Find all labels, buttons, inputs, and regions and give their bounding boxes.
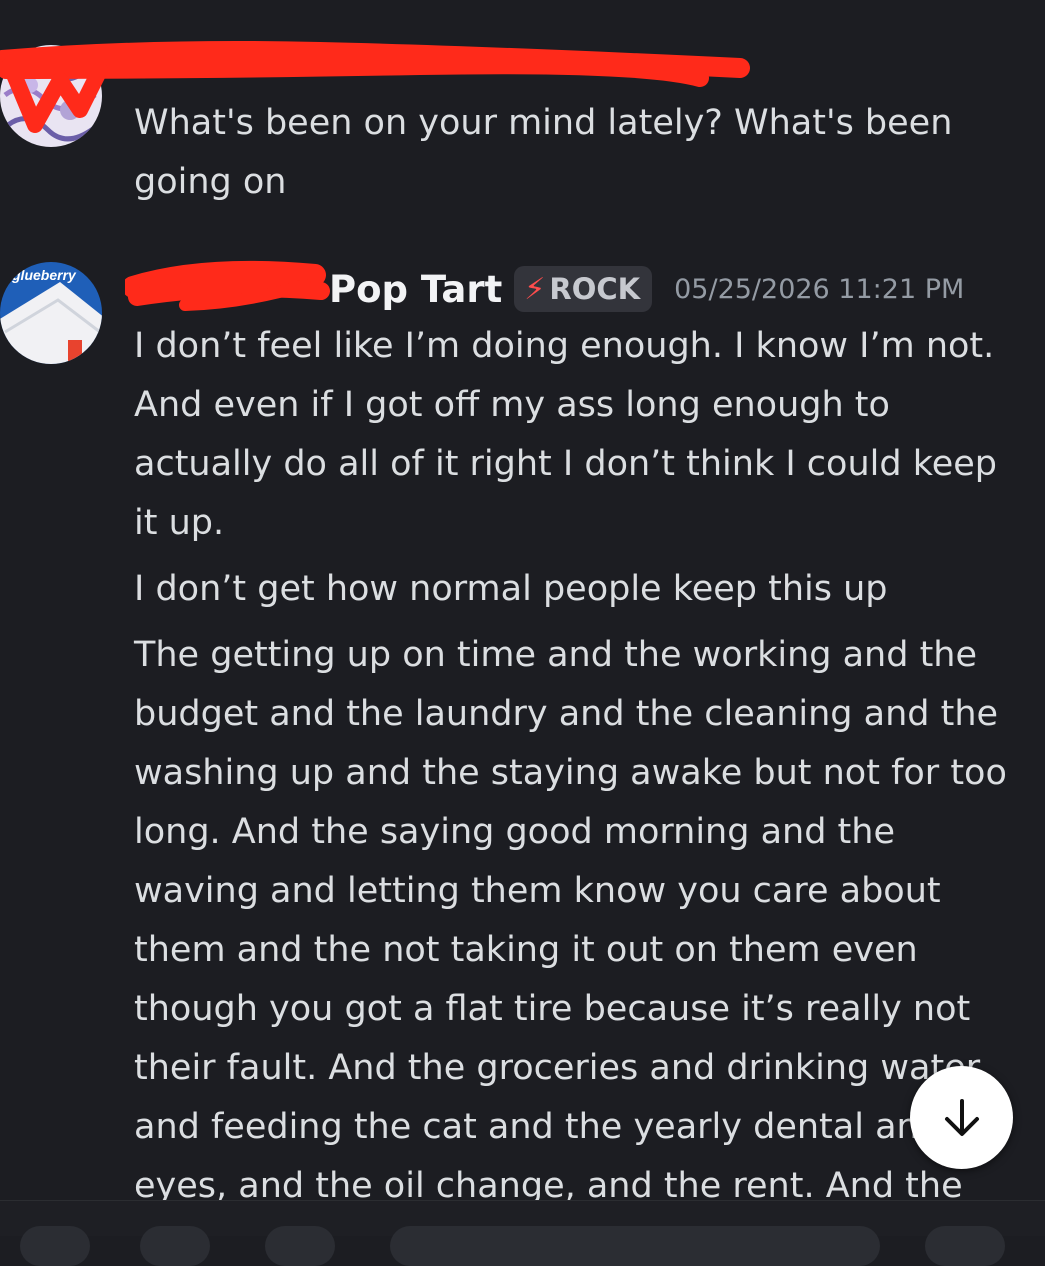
timestamp: 05/25/2026 11:21 PM [674,273,965,305]
lightning-bolt-icon: ⚡ [524,271,546,307]
avatar-image [0,45,102,147]
message-input[interactable] [390,1226,880,1266]
apps-button[interactable] [140,1226,210,1266]
username[interactable]: Pop Tart [329,268,502,311]
arrow-down-icon [944,1098,979,1136]
role-badge[interactable]: ⚡ ROCK [514,266,653,312]
message-header-2: Pop Tart ⚡ ROCK 05/25/2026 11:21 PM [134,266,964,312]
message-paragraph-1: I don’t feel like I’m doing enough. I kn… [134,326,998,543]
avatar-brand-text: glueberry [11,267,77,283]
badge-label: ROCK [549,272,641,306]
voice-button[interactable] [925,1226,1005,1266]
message-text: What's been on your mind lately? What's … [134,103,953,202]
attach-button[interactable] [20,1226,90,1266]
user-avatar-2[interactable]: glueberry [0,262,102,364]
poptart-avatar-image: glueberry [0,262,102,364]
gift-button[interactable] [265,1226,335,1266]
message-paragraph-3: The getting up on time and the working a… [134,635,1007,1206]
jump-to-present-button[interactable] [910,1066,1013,1169]
user-avatar-1[interactable] [0,45,102,147]
message-paragraph-2: I don’t get how normal people keep this … [134,569,888,609]
